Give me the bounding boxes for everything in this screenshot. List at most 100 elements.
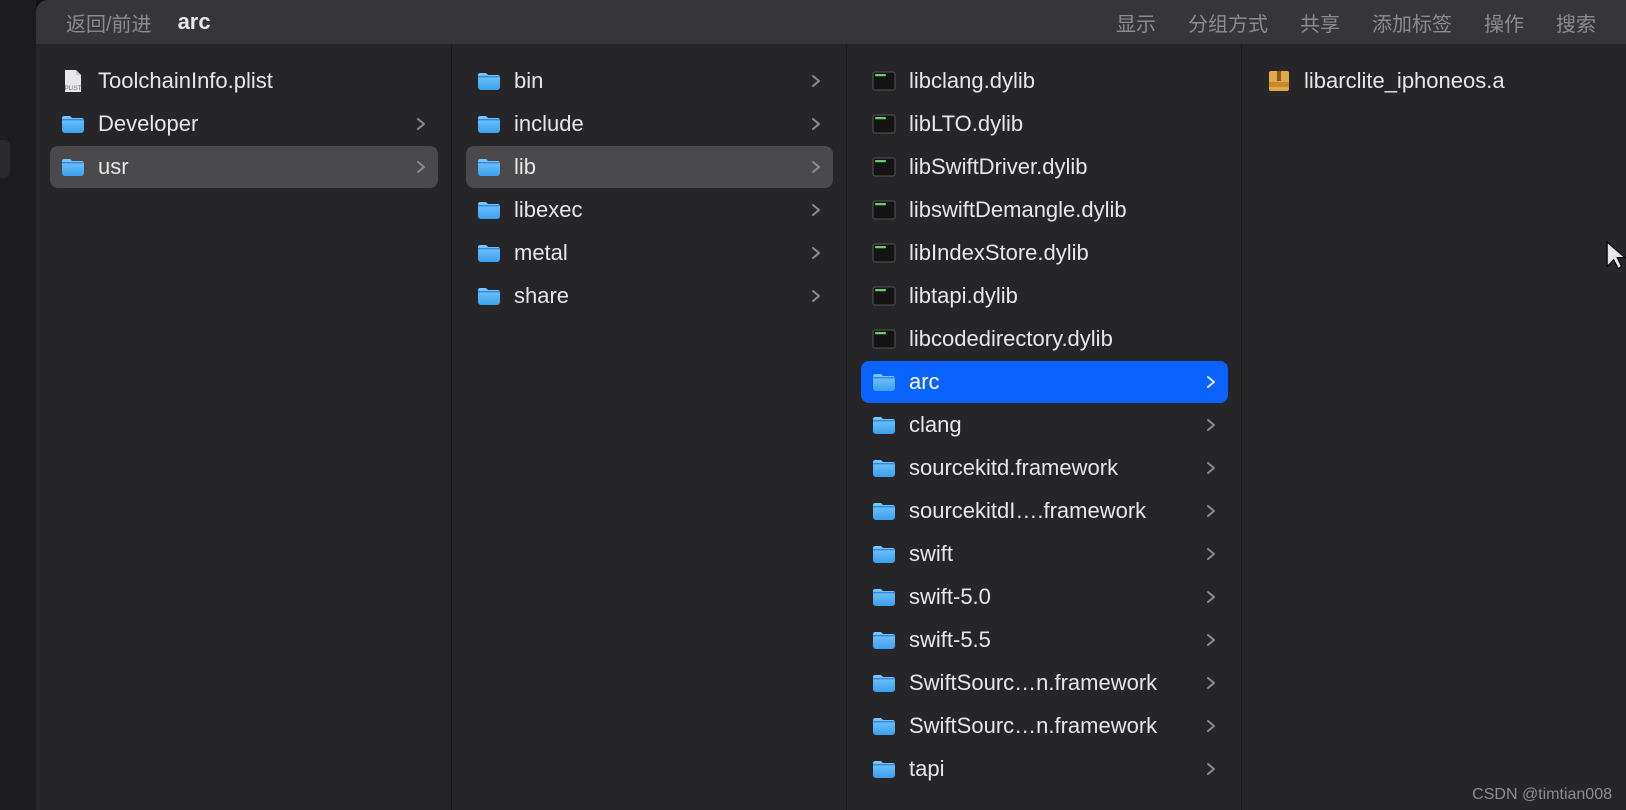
folder-row[interactable]: include xyxy=(466,103,833,145)
chevron-right-icon xyxy=(1204,375,1218,389)
item-label: SwiftSourc…n.framework xyxy=(909,713,1192,739)
item-label: metal xyxy=(514,240,797,266)
item-label: usr xyxy=(98,154,402,180)
folder-row[interactable]: SwiftSourc…n.framework xyxy=(861,705,1228,747)
exec-icon xyxy=(871,283,897,309)
item-label: share xyxy=(514,283,797,309)
folder-row[interactable]: Developer xyxy=(50,103,438,145)
column-browser: ToolchainInfo.plist Developer usr bin inclu… xyxy=(36,44,1626,810)
folder-row[interactable]: clang xyxy=(861,404,1228,446)
folder-icon xyxy=(476,154,502,180)
folder-icon xyxy=(871,541,897,567)
item-label: tapi xyxy=(909,756,1192,782)
folder-row[interactable]: sourcekitd.framework xyxy=(861,447,1228,489)
exec-icon xyxy=(871,240,897,266)
folder-row[interactable]: swift-5.5 xyxy=(861,619,1228,661)
toolbar-search[interactable]: 搜索 xyxy=(1556,8,1596,37)
item-label: swift-5.5 xyxy=(909,627,1192,653)
toolbar-tags[interactable]: 添加标签 xyxy=(1372,8,1452,37)
toolbar-right-group: 显示 分组方式 共享 添加标签 操作 搜索 xyxy=(1116,8,1596,37)
item-label: libLTO.dylib xyxy=(909,111,1218,137)
finder-window: 返回/前进 arc 显示 分组方式 共享 添加标签 操作 搜索 Toolchai… xyxy=(36,0,1626,810)
item-label: libclang.dylib xyxy=(909,68,1218,94)
item-label: SwiftSourc…n.framework xyxy=(909,670,1192,696)
file-row[interactable]: ToolchainInfo.plist xyxy=(50,60,438,102)
folder-row[interactable]: arc xyxy=(861,361,1228,403)
folder-icon xyxy=(871,713,897,739)
archive-icon xyxy=(1266,68,1292,94)
item-label: libcodedirectory.dylib xyxy=(909,326,1218,352)
column-1: ToolchainInfo.plist Developer usr xyxy=(36,44,452,810)
item-label: libtapi.dylib xyxy=(909,283,1218,309)
folder-row[interactable]: swift xyxy=(861,533,1228,575)
toolbar-back-forward[interactable]: 返回/前进 xyxy=(66,8,152,37)
chevron-right-icon xyxy=(414,117,428,131)
exec-icon xyxy=(871,197,897,223)
folder-row[interactable]: sourcekitdI….framework xyxy=(861,490,1228,532)
folder-icon xyxy=(871,627,897,653)
folder-row[interactable]: libexec xyxy=(466,189,833,231)
folder-icon xyxy=(60,154,86,180)
chevron-right-icon xyxy=(1204,676,1218,690)
item-label: libexec xyxy=(514,197,797,223)
chevron-right-icon xyxy=(1204,762,1218,776)
file-row[interactable]: libswiftDemangle.dylib xyxy=(861,189,1228,231)
exec-icon xyxy=(871,154,897,180)
item-label: sourcekitd.framework xyxy=(909,455,1192,481)
exec-icon xyxy=(871,111,897,137)
column-2: bin include lib libexec metal share xyxy=(452,44,847,810)
folder-row[interactable]: swift-5.0 xyxy=(861,576,1228,618)
chevron-right-icon xyxy=(809,74,823,88)
cursor-icon xyxy=(1605,240,1626,268)
folder-row[interactable]: share xyxy=(466,275,833,317)
item-label: Developer xyxy=(98,111,402,137)
folder-icon xyxy=(476,283,502,309)
item-label: arc xyxy=(909,369,1192,395)
item-label: libarclite_iphoneos.a xyxy=(1304,68,1602,94)
chevron-right-icon xyxy=(809,289,823,303)
chevron-right-icon xyxy=(809,203,823,217)
chevron-right-icon xyxy=(1204,418,1218,432)
item-label: libswiftDemangle.dylib xyxy=(909,197,1218,223)
folder-icon xyxy=(871,756,897,782)
folder-row[interactable]: metal xyxy=(466,232,833,274)
toolbar-share[interactable]: 共享 xyxy=(1300,8,1340,37)
file-row[interactable]: libLTO.dylib xyxy=(861,103,1228,145)
file-row[interactable]: libtapi.dylib xyxy=(861,275,1228,317)
chevron-right-icon xyxy=(1204,504,1218,518)
folder-icon xyxy=(476,197,502,223)
folder-row[interactable]: tapi xyxy=(861,748,1228,790)
file-row[interactable]: libSwiftDriver.dylib xyxy=(861,146,1228,188)
folder-icon xyxy=(476,68,502,94)
folder-row[interactable]: bin xyxy=(466,60,833,102)
item-label: swift xyxy=(909,541,1192,567)
item-label: sourcekitdI….framework xyxy=(909,498,1192,524)
file-row[interactable]: libclang.dylib xyxy=(861,60,1228,102)
toolbar-actions[interactable]: 操作 xyxy=(1484,8,1524,37)
window-title: arc xyxy=(178,9,211,35)
folder-row[interactable]: usr xyxy=(50,146,438,188)
item-label: libSwiftDriver.dylib xyxy=(909,154,1218,180)
folder-row[interactable]: SwiftSourc…n.framework xyxy=(861,662,1228,704)
chevron-right-icon xyxy=(1204,547,1218,561)
file-row[interactable]: libcodedirectory.dylib xyxy=(861,318,1228,360)
watermark: CSDN @timtian008 xyxy=(1472,786,1612,804)
toolbar-groupby[interactable]: 分组方式 xyxy=(1188,8,1268,37)
item-label: ToolchainInfo.plist xyxy=(98,68,428,94)
chevron-right-icon xyxy=(1204,633,1218,647)
file-row[interactable]: libarclite_iphoneos.a xyxy=(1256,60,1612,102)
file-row[interactable]: libIndexStore.dylib xyxy=(861,232,1228,274)
folder-row[interactable]: lib xyxy=(466,146,833,188)
exec-icon xyxy=(871,326,897,352)
item-label: include xyxy=(514,111,797,137)
item-label: lib xyxy=(514,154,797,180)
chevron-right-icon xyxy=(414,160,428,174)
toolbar-view[interactable]: 显示 xyxy=(1116,8,1156,37)
chevron-right-icon xyxy=(1204,719,1218,733)
folder-icon xyxy=(60,111,86,137)
folder-icon xyxy=(871,455,897,481)
item-label: swift-5.0 xyxy=(909,584,1192,610)
chevron-right-icon xyxy=(1204,590,1218,604)
folder-icon xyxy=(871,369,897,395)
chevron-right-icon xyxy=(809,246,823,260)
